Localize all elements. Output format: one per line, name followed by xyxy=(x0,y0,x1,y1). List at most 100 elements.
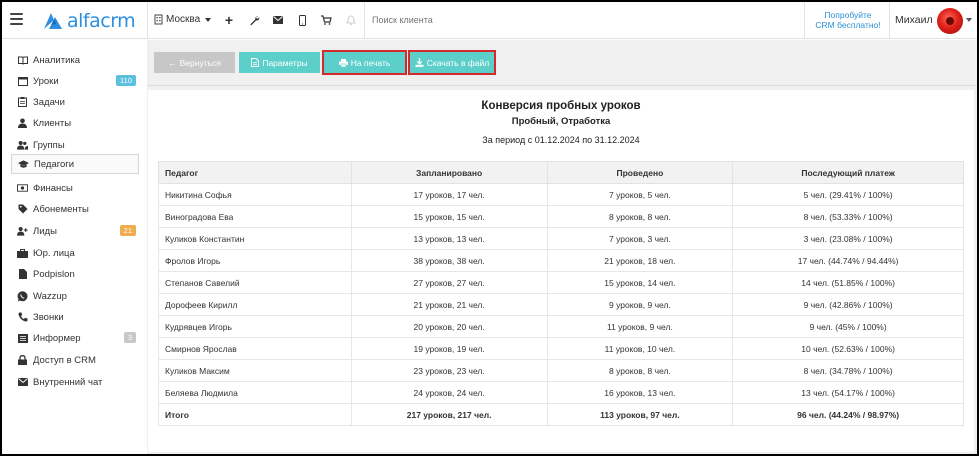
logo-icon xyxy=(42,11,64,31)
sidebar-item-label: Podpislon xyxy=(33,268,75,280)
list-icon xyxy=(17,333,28,344)
sidebar-item[interactable]: Педагоги xyxy=(11,154,139,174)
user-name[interactable]: Михаил xyxy=(895,14,933,26)
table-cell: 8 уроков, 8 чел. xyxy=(546,359,734,382)
column-header-held[interactable]: Проведено xyxy=(546,161,734,184)
sidebar-item[interactable]: Группы xyxy=(11,135,139,155)
back-button[interactable]: ← Вернуться xyxy=(154,52,235,73)
arrow-left-icon: ← xyxy=(168,57,177,68)
table-cell: 9 чел. (42.86% / 100%) xyxy=(732,293,964,316)
column-header-planned[interactable]: Запланировано xyxy=(350,161,548,184)
users-icon xyxy=(17,140,28,151)
params-button[interactable]: Параметры xyxy=(239,52,320,73)
table-cell: Беляева Людмила xyxy=(158,381,352,404)
bell-icon[interactable] xyxy=(344,13,358,27)
sidebar-item[interactable]: Podpislon xyxy=(11,264,139,284)
menu-icon[interactable] xyxy=(10,13,23,25)
plus-icon[interactable]: + xyxy=(222,12,236,28)
sidebar-item-label: Финансы xyxy=(33,182,73,194)
table-cell: 11 уроков, 9 чел. xyxy=(546,315,734,338)
column-header-teacher[interactable]: Педагог xyxy=(158,161,352,184)
sidebar-item-label: Задачи xyxy=(33,96,65,108)
sidebar-item-label: Доступ в CRM xyxy=(33,354,96,366)
sidebar-item[interactable]: Абонементы xyxy=(11,199,139,219)
sidebar-item[interactable]: Звонки xyxy=(11,307,139,327)
sidebar: Аналитика Уроки 110 Задачи Клиенты Группы Педа… xyxy=(2,40,147,454)
table-cell: 24 уроков, 24 чел. xyxy=(350,381,548,404)
sidebar-item[interactable]: Юр. лица xyxy=(11,243,139,263)
search-input[interactable]: Поиск клиента xyxy=(372,15,433,25)
download-button[interactable]: Скачать в файл xyxy=(408,50,496,75)
envelope-icon[interactable] xyxy=(271,13,285,27)
briefcase-icon xyxy=(17,248,28,259)
avatar[interactable] xyxy=(937,8,963,34)
divider xyxy=(804,2,805,38)
table-cell: 10 чел. (52.63% / 100%) xyxy=(732,337,964,360)
sidebar-item-label: Клиенты xyxy=(33,117,72,129)
divider xyxy=(364,2,365,38)
table-cell: 7 уроков, 3 чел. xyxy=(546,227,734,250)
table-cell: Дорофеев Кирилл xyxy=(158,293,352,316)
file-icon xyxy=(251,58,260,67)
sidebar-item[interactable]: Лиды 21 xyxy=(11,221,139,241)
mobile-icon[interactable] xyxy=(295,13,309,27)
file-icon xyxy=(17,269,28,280)
envelope-icon xyxy=(17,377,28,388)
table-row: Кудрявцев Игорь 20 уроков, 20 чел. 11 урок… xyxy=(158,315,964,338)
table-cell: Виноградова Ева xyxy=(158,205,352,228)
column-header-payment[interactable]: Последующий платеж xyxy=(732,161,964,184)
report-subtitle: Пробный, Отработка xyxy=(511,116,611,127)
report-table: Педагог Запланировано Проведено Последую… xyxy=(158,161,964,426)
sidebar-item-label: Лиды xyxy=(33,225,57,237)
wrench-icon[interactable] xyxy=(247,13,261,27)
calendar-icon xyxy=(17,76,28,87)
download-button-label: Скачать в файл xyxy=(426,57,490,68)
sidebar-item-label: Wazzup xyxy=(33,290,67,302)
graduation-cap-icon xyxy=(18,159,29,170)
table-cell: Смирнов Ярослав xyxy=(158,337,352,360)
whatsapp-icon xyxy=(17,290,28,302)
table-cell: 3 чел. (23.08% / 100%) xyxy=(732,227,964,250)
sidebar-item[interactable]: Внутренний чат xyxy=(11,372,139,392)
clipboard-icon xyxy=(17,97,28,108)
table-header-row: Педагог Запланировано Проведено Последую… xyxy=(158,161,964,184)
print-button[interactable]: На печать xyxy=(322,50,407,75)
sidebar-item[interactable]: Клиенты xyxy=(11,113,139,133)
table-cell: 21 уроков, 21 чел. xyxy=(350,293,548,316)
table-row: Смирнов Ярослав 19 уроков, 19 чел. 11 урок… xyxy=(158,337,964,360)
table-cell: 17 чел. (44.74% / 94.44%) xyxy=(732,249,964,272)
sidebar-item[interactable]: Информер 3 xyxy=(11,328,139,348)
table-cell: 96 чел. (44.24% / 98.97%) xyxy=(732,403,964,426)
tag-icon xyxy=(17,204,28,215)
cart-icon[interactable] xyxy=(319,13,333,27)
sidebar-item-label: Внутренний чат xyxy=(33,376,103,388)
chevron-down-icon[interactable] xyxy=(966,18,972,22)
promo-link[interactable]: Попробуйте CRM бесплатно! xyxy=(808,10,888,30)
sidebar-item[interactable]: Доступ в CRM xyxy=(11,350,139,370)
table-cell: 14 чел. (51.85% / 100%) xyxy=(732,271,964,294)
table-cell: Куликов Константин xyxy=(158,227,352,250)
building-icon xyxy=(154,14,163,25)
sidebar-item[interactable]: Аналитика xyxy=(11,50,139,70)
sidebar-item-label: Аналитика xyxy=(33,54,81,66)
params-button-label: Параметры xyxy=(262,57,308,68)
sidebar-item[interactable]: Wazzup xyxy=(11,286,139,306)
table-cell: 9 уроков, 9 чел. xyxy=(546,293,734,316)
table-cell: 113 уроков, 97 чел. xyxy=(546,403,734,426)
table-cell: 8 чел. (53.33% / 100%) xyxy=(732,205,964,228)
sidebar-item[interactable]: Финансы xyxy=(11,178,139,198)
logo-text: alfacrm xyxy=(67,10,136,32)
table-cell: Никитина Софья xyxy=(158,183,352,206)
table-cell: 19 уроков, 19 чел. xyxy=(350,337,548,360)
table-cell: 13 уроков, 13 чел. xyxy=(350,227,548,250)
table-cell: Итого xyxy=(158,403,352,426)
chevron-down-icon xyxy=(205,17,212,22)
sidebar-item-label: Информер xyxy=(33,332,81,344)
sidebar-item[interactable]: Задачи xyxy=(11,92,139,112)
city-selector[interactable]: Москва xyxy=(154,14,212,25)
logo[interactable]: alfacrm xyxy=(42,10,136,32)
table-cell: Фролов Игорь xyxy=(158,249,352,272)
sidebar-item[interactable]: Уроки 110 xyxy=(11,71,139,91)
promo-line2: CRM бесплатно! xyxy=(815,20,881,30)
app-window: alfacrm Москва + Поиск клиента Попробуйт… xyxy=(0,0,979,456)
